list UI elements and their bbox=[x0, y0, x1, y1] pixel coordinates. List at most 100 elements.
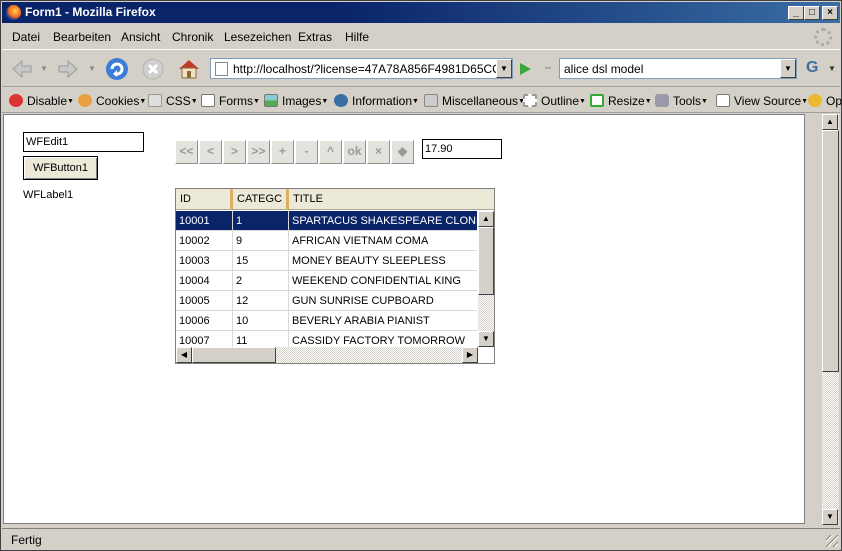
column-header-title[interactable]: TITLE bbox=[289, 189, 494, 210]
cell-separator bbox=[288, 291, 289, 311]
table-row[interactable]: 10005 12 GUN SUNRISE CUPBOARD bbox=[176, 291, 477, 311]
page-vertical-scrollbar[interactable]: ▲ ▼ bbox=[822, 114, 839, 525]
table-row[interactable]: 10001 1 SPARTACUS SHAKESPEARE CLONES bbox=[176, 211, 491, 231]
nav-edit-button[interactable]: ^ bbox=[319, 140, 342, 164]
search-engine-dropdown-icon[interactable]: ▼ bbox=[828, 64, 836, 73]
cell-title: MONEY BEAUTY SLEEPLESS bbox=[292, 255, 446, 267]
column-header-id[interactable]: ID bbox=[176, 189, 233, 210]
information-icon bbox=[334, 94, 348, 107]
grid-scroll-right-icon[interactable]: ▶ bbox=[462, 347, 478, 363]
page-vscroll-thumb[interactable] bbox=[822, 130, 839, 372]
table-row[interactable]: 10004 2 WEEKEND CONFIDENTIAL KING bbox=[176, 271, 477, 291]
wfbutton1-button[interactable]: WFButton1 bbox=[23, 156, 98, 180]
search-dropdown-icon[interactable]: ▼ bbox=[780, 59, 796, 78]
cell-separator bbox=[288, 211, 289, 231]
nav-last-button[interactable]: >> bbox=[247, 140, 270, 164]
go-icon[interactable] bbox=[516, 60, 534, 78]
table-row[interactable]: 10003 15 MONEY BEAUTY SLEEPLESS bbox=[176, 251, 477, 271]
nav-insert-button[interactable]: + bbox=[271, 140, 294, 164]
cell-title: WEEKEND CONFIDENTIAL KING bbox=[292, 275, 461, 287]
table-row[interactable]: 10006 10 BEVERLY ARABIA PIANIST bbox=[176, 311, 477, 331]
search-splitter-icon[interactable]: ⇔ bbox=[543, 62, 553, 73]
resize-grip-icon[interactable] bbox=[826, 535, 838, 547]
grid-scroll-left-icon[interactable]: ◀ bbox=[176, 347, 192, 363]
miscellaneous-menu[interactable]: Miscellaneous▼ bbox=[424, 94, 525, 108]
forms-menu[interactable]: Forms▼ bbox=[201, 94, 260, 108]
search-box[interactable]: ▼ bbox=[559, 58, 797, 79]
nav-delete-button[interactable]: - bbox=[295, 140, 318, 164]
cell-id: 10005 bbox=[179, 295, 210, 307]
page-icon bbox=[215, 62, 228, 76]
url-dropdown-icon[interactable]: ▼ bbox=[496, 59, 512, 78]
outline-menu[interactable]: Outline▼ bbox=[523, 94, 586, 108]
cell-id: 10007 bbox=[179, 335, 210, 347]
cell-title: SPARTACUS SHAKESPEARE CLONES bbox=[292, 215, 491, 227]
cell-separator bbox=[232, 211, 233, 231]
title-bar: Form1 - Mozilla Firefox _ □ × bbox=[2, 2, 840, 23]
close-button[interactable]: × bbox=[822, 6, 838, 20]
firefox-icon bbox=[6, 5, 21, 20]
view-source-menu[interactable]: View Source▼ bbox=[716, 94, 808, 108]
view-source-icon bbox=[716, 94, 730, 107]
forward-icon[interactable] bbox=[56, 57, 80, 81]
status-text: Fertig bbox=[11, 533, 42, 547]
back-dropdown-icon[interactable]: ▼ bbox=[40, 64, 48, 73]
disable-menu[interactable]: Disable▼ bbox=[9, 94, 74, 108]
resize-menu[interactable]: Resize▼ bbox=[590, 94, 652, 108]
throbber-icon bbox=[814, 28, 832, 46]
options-menu[interactable]: Op bbox=[808, 94, 842, 108]
column-header-category[interactable]: CATEGC bbox=[233, 189, 289, 210]
grid-header: ID CATEGC TITLE bbox=[176, 189, 494, 210]
information-menu[interactable]: Information▼ bbox=[334, 94, 419, 108]
page-scroll-up-icon[interactable]: ▲ bbox=[822, 114, 838, 130]
grid-scroll-up-icon[interactable]: ▲ bbox=[478, 211, 494, 227]
menu-datei[interactable]: Datei bbox=[12, 30, 40, 44]
cell-separator bbox=[232, 231, 233, 251]
status-bar: Fertig bbox=[2, 528, 840, 549]
nav-first-button[interactable]: << bbox=[175, 140, 198, 164]
numeric-field[interactable] bbox=[422, 139, 502, 159]
cell-category: 11 bbox=[236, 335, 248, 347]
forward-dropdown-icon[interactable]: ▼ bbox=[88, 64, 96, 73]
nav-refresh-button[interactable]: ◆ bbox=[391, 140, 414, 164]
search-engine-icon[interactable]: G bbox=[806, 59, 818, 77]
wflabel1-label: WFLabel1 bbox=[23, 189, 74, 201]
data-grid[interactable]: ID CATEGC TITLE 10001 1 SPARTACUS SHAKESPE… bbox=[175, 188, 495, 364]
menu-ansicht[interactable]: Ansicht bbox=[121, 30, 160, 44]
search-input[interactable] bbox=[564, 61, 774, 76]
cookies-menu[interactable]: Cookies▼ bbox=[78, 94, 146, 108]
menu-lesezeichen[interactable]: Lesezeichen bbox=[224, 30, 291, 44]
nav-next-button[interactable]: > bbox=[223, 140, 246, 164]
grid-horizontal-scrollbar[interactable]: ◀ ▶ bbox=[176, 347, 478, 363]
home-icon[interactable] bbox=[177, 57, 201, 81]
grid-vertical-scrollbar[interactable]: ▲ ▼ bbox=[478, 211, 494, 347]
minimize-button[interactable]: _ bbox=[788, 6, 804, 20]
nav-post-button[interactable]: ok bbox=[343, 140, 366, 164]
menu-hilfe[interactable]: Hilfe bbox=[345, 30, 369, 44]
tools-menu[interactable]: Tools▼ bbox=[655, 94, 708, 108]
cell-id: 10004 bbox=[179, 275, 210, 287]
nav-cancel-button[interactable]: × bbox=[367, 140, 390, 164]
nav-prior-button[interactable]: < bbox=[199, 140, 222, 164]
grid-scroll-down-icon[interactable]: ▼ bbox=[478, 331, 494, 347]
stop-icon[interactable] bbox=[141, 57, 165, 81]
maximize-button[interactable]: □ bbox=[804, 6, 820, 20]
cell-category: 1 bbox=[236, 215, 243, 227]
menu-chronik[interactable]: Chronik bbox=[172, 30, 213, 44]
reload-icon[interactable] bbox=[105, 57, 129, 81]
grid-vscroll-thumb[interactable] bbox=[478, 227, 494, 295]
url-input[interactable] bbox=[233, 61, 499, 76]
address-bar[interactable]: ▼ bbox=[210, 58, 513, 79]
cell-title: BEVERLY ARABIA PIANIST bbox=[292, 315, 430, 327]
wfedit1-input[interactable] bbox=[23, 132, 144, 152]
menu-bearbeiten[interactable]: Bearbeiten bbox=[53, 30, 111, 44]
images-menu[interactable]: Images▼ bbox=[264, 94, 328, 108]
menu-extras[interactable]: Extras bbox=[298, 30, 332, 44]
css-menu[interactable]: CSS▼ bbox=[148, 94, 198, 108]
browser-window: Form1 - Mozilla Firefox _ □ × Datei Bear… bbox=[0, 0, 842, 551]
table-row[interactable]: 10002 9 AFRICAN VIETNAM COMA bbox=[176, 231, 477, 251]
cell-category: 9 bbox=[236, 235, 243, 247]
page-scroll-down-icon[interactable]: ▼ bbox=[822, 509, 838, 525]
grid-hscroll-thumb[interactable] bbox=[192, 347, 276, 363]
back-icon[interactable] bbox=[10, 57, 34, 81]
